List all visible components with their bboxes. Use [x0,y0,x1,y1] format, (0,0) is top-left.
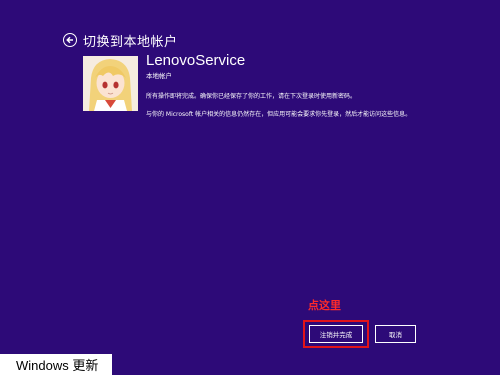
sign-out-and-finish-button[interactable]: 注销并完成 [309,325,363,343]
back-arrow-icon [66,36,73,44]
annotation-hint: 点这里 [308,299,341,312]
page-title: 切换到本地帐户 [83,34,178,50]
footer-caption: Windows 更新 [0,354,112,375]
account-type: 本地帐户 [146,72,172,80]
account-avatar [83,56,138,111]
message-paragraph-2: 与你的 Microsoft 帐户相关的信息仍然存在，但应用可能会要求你先登录，然… [146,111,412,118]
back-button[interactable] [63,33,77,47]
account-info: LenovoService 本地帐户 所有操作即将完成。确保你已经保存了你的工作… [146,52,436,119]
message-paragraph-1: 所有操作即将完成。确保你已经保存了你的工作，请在下次登录时使用新密码。 [146,93,357,100]
header: 切换到本地帐户 [63,30,178,50]
account-name: LenovoService [146,52,246,69]
cancel-button[interactable]: 取消 [375,325,416,343]
